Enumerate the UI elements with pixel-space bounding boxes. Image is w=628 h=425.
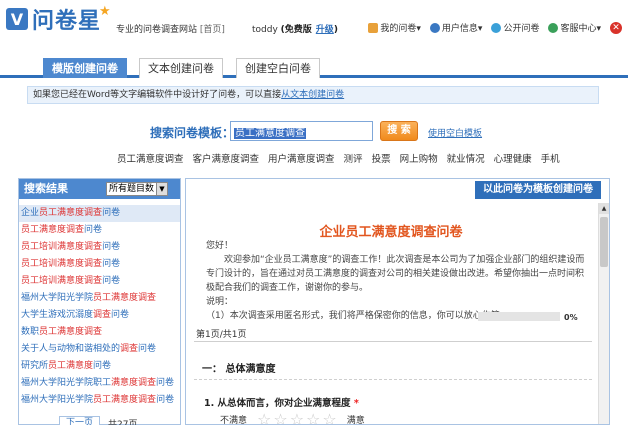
results-list: 企业员工满意度调查问卷 员工满意度调查问卷 员工培训满意度调查问卷 员工培训满意… xyxy=(19,199,180,409)
note-label: 说明： xyxy=(206,297,234,307)
list-item[interactable]: 大学生游戏沉溺度调查问卷 xyxy=(19,307,180,324)
edition-label: (免费版 xyxy=(280,25,312,35)
survey-intro: 您好！ 欢迎参加“企业员工满意度”的调查工作！此次调查是本公司为了加强企业部门的… xyxy=(206,239,591,323)
nav-user-info[interactable]: 用户信息▾ xyxy=(429,21,483,34)
list-item[interactable]: 员工培训满意度调查问卷 xyxy=(19,256,180,273)
header: V 问卷星 ★ 专业的问卷调查网站 [首页] toddy (免费版 升级) 我的问… xyxy=(0,0,628,40)
list-item[interactable]: 员工培训满意度调查问卷 xyxy=(19,239,180,256)
page-total: 共27页 xyxy=(108,419,138,425)
progress-bar xyxy=(478,312,560,321)
nav-my-surveys[interactable]: 我的问卷▾ xyxy=(368,21,421,34)
nav-public-surveys[interactable]: 公开问卷 xyxy=(491,21,539,34)
upgrade-link[interactable]: 升级 xyxy=(316,25,334,35)
tip-bar: 如果您已经在Word等文字编辑软件中设计好了问卷，可以直接从文本创建问卷 xyxy=(27,86,599,104)
tab-blank[interactable]: 创建空白问卷 xyxy=(236,58,320,78)
tagline-text: 专业的问卷调查网站 xyxy=(116,25,198,35)
nav-label: 公开问卷 xyxy=(503,24,540,34)
progress-value: 0% xyxy=(564,313,578,322)
logo-text: 问卷星 xyxy=(32,9,102,34)
required-mark: * xyxy=(353,398,359,409)
next-page-button[interactable]: 下一页 xyxy=(59,416,101,425)
list-item[interactable]: 数职员工满意度调查 xyxy=(19,324,180,341)
category-links: 员工满意度调查 客户满意度调查 用户满意度调查 测评 投票 网上购物 就业情况 … xyxy=(117,151,560,165)
rating-high-label: 满意 xyxy=(346,416,365,425)
star-icon[interactable]: ☆ xyxy=(273,411,287,424)
top-nav: 我的问卷▾ 用户信息▾ 公开问卷 客服中心▾ ✕ xyxy=(368,21,622,34)
close-icon[interactable]: ✕ xyxy=(610,21,622,34)
survey-title: 企业员工满意度调查问卷 xyxy=(319,225,463,240)
star-icon[interactable]: ☆ xyxy=(257,411,271,424)
list-item[interactable]: 研究所员工满意度问卷 xyxy=(19,358,180,375)
text-create-link[interactable]: 从文本创建问卷 xyxy=(281,90,344,100)
list-item[interactable]: 关于人与动物和谐相处的调查问卷 xyxy=(19,341,180,358)
page-info: 第1页/共1页 xyxy=(196,330,247,340)
list-item[interactable]: 福州大学阳光学院员工满意度调查 xyxy=(19,290,180,307)
category-link[interactable]: 网上购物 xyxy=(400,151,438,165)
nav-label: 客服中心▾ xyxy=(560,24,601,34)
divider xyxy=(194,379,592,380)
nav-label: 用户信息▾ xyxy=(441,24,483,34)
question-title: 1. 从总体而言，你对企业满意程度 * xyxy=(204,395,359,409)
search-input[interactable]: 员工满意度调查 xyxy=(230,121,373,141)
question-count-select[interactable]: 所有题目数 ▼ xyxy=(106,182,168,196)
rating-row: 不满意 ☆ ☆ ☆ ☆ ☆ 满意 xyxy=(220,411,365,425)
category-link[interactable]: 心理健康 xyxy=(494,151,532,165)
edition-close: ) xyxy=(333,25,338,35)
tab-text[interactable]: 文本创建问卷 xyxy=(139,58,223,78)
results-header: 搜索结果 所有题目数 ▼ xyxy=(19,179,180,199)
folder-icon xyxy=(368,22,379,33)
divider xyxy=(194,341,592,342)
tagline: 专业的问卷调查网站 [首页] xyxy=(116,22,225,35)
category-link[interactable]: 客户满意度调查 xyxy=(193,151,260,165)
user-icon xyxy=(429,22,440,33)
results-title: 搜索结果 xyxy=(24,182,68,195)
list-item[interactable]: 企业员工满意度调查问卷 xyxy=(19,205,180,222)
chevron-down-icon: ▼ xyxy=(156,183,167,195)
nav-label: 我的问卷▾ xyxy=(380,24,421,34)
blank-template-link[interactable]: 使用空白模板 xyxy=(428,126,482,139)
star-rating[interactable]: ☆ ☆ ☆ ☆ ☆ xyxy=(257,411,337,424)
logo-icon: V xyxy=(6,8,28,30)
tip-text: 如果您已经在Word等文字编辑软件中设计好了问卷，可以直接 xyxy=(33,90,282,100)
pager: 下一页 共27页 xyxy=(59,416,137,425)
list-item[interactable]: 员工培训满意度调查问卷 xyxy=(19,273,180,290)
list-item[interactable]: 福州大学阳光学院员工满意度调查问卷 xyxy=(19,392,180,409)
intro-text: 欢迎参加“企业员工满意度”的调查工作！此次调查是本公司为了加强企业部门的组织建设… xyxy=(206,255,585,293)
scroll-up-icon[interactable]: ▲ xyxy=(599,203,609,214)
search-results-panel: 搜索结果 所有题目数 ▼ 企业员工满意度调查问卷 员工满意度调查问卷 员工培训满… xyxy=(18,178,181,425)
category-link[interactable]: 就业情况 xyxy=(447,151,485,165)
star-icon[interactable]: ☆ xyxy=(290,411,304,424)
search-value: 员工满意度调查 xyxy=(234,128,306,139)
logo[interactable]: V 问卷星 ★ xyxy=(6,3,113,34)
scrollbar[interactable]: ▲ xyxy=(598,203,609,424)
category-link[interactable]: 测评 xyxy=(344,151,363,165)
list-item[interactable]: 员工满意度调查问卷 xyxy=(19,222,180,239)
question-text: 1. 从总体而言，你对企业满意程度 xyxy=(204,398,351,409)
preview-panel: 以此问卷为模板创建问卷 企业员工满意度调查问卷 您好！ 欢迎参加“企业员工满意度… xyxy=(185,178,610,425)
star-icon[interactable]: ☆ xyxy=(322,411,336,424)
tabs-bar: 模版创建问卷 文本创建问卷 创建空白问卷 xyxy=(0,58,628,78)
star-icon[interactable]: ☆ xyxy=(306,411,320,424)
search-label: 搜索问卷模板： xyxy=(150,126,235,140)
rating-low-label: 不满意 xyxy=(220,416,248,425)
star-icon: ★ xyxy=(99,3,111,19)
category-link[interactable]: 用户满意度调查 xyxy=(268,151,335,165)
use-template-button[interactable]: 以此问卷为模板创建问卷 xyxy=(475,181,601,199)
select-value: 所有题目数 xyxy=(109,184,155,194)
category-link[interactable]: 员工满意度调查 xyxy=(117,151,184,165)
nav-support[interactable]: 客服中心▾ xyxy=(548,21,601,34)
search-button[interactable]: 搜 索 xyxy=(380,121,418,141)
user-info: toddy (免费版 升级) xyxy=(252,22,338,35)
username: toddy xyxy=(252,25,278,35)
greeting: 您好！ xyxy=(206,241,234,251)
support-icon xyxy=(548,22,559,33)
home-link[interactable]: [首页] xyxy=(200,25,225,35)
list-item[interactable]: 福州大学阳光学院职工满意度调查问卷 xyxy=(19,375,180,392)
section-title: 一： 总体满意度 xyxy=(202,364,276,375)
category-link[interactable]: 手机 xyxy=(541,151,560,165)
category-link[interactable]: 投票 xyxy=(372,151,391,165)
scroll-thumb[interactable] xyxy=(600,217,608,267)
tab-template[interactable]: 模版创建问卷 xyxy=(43,58,127,78)
globe-icon xyxy=(491,22,502,33)
